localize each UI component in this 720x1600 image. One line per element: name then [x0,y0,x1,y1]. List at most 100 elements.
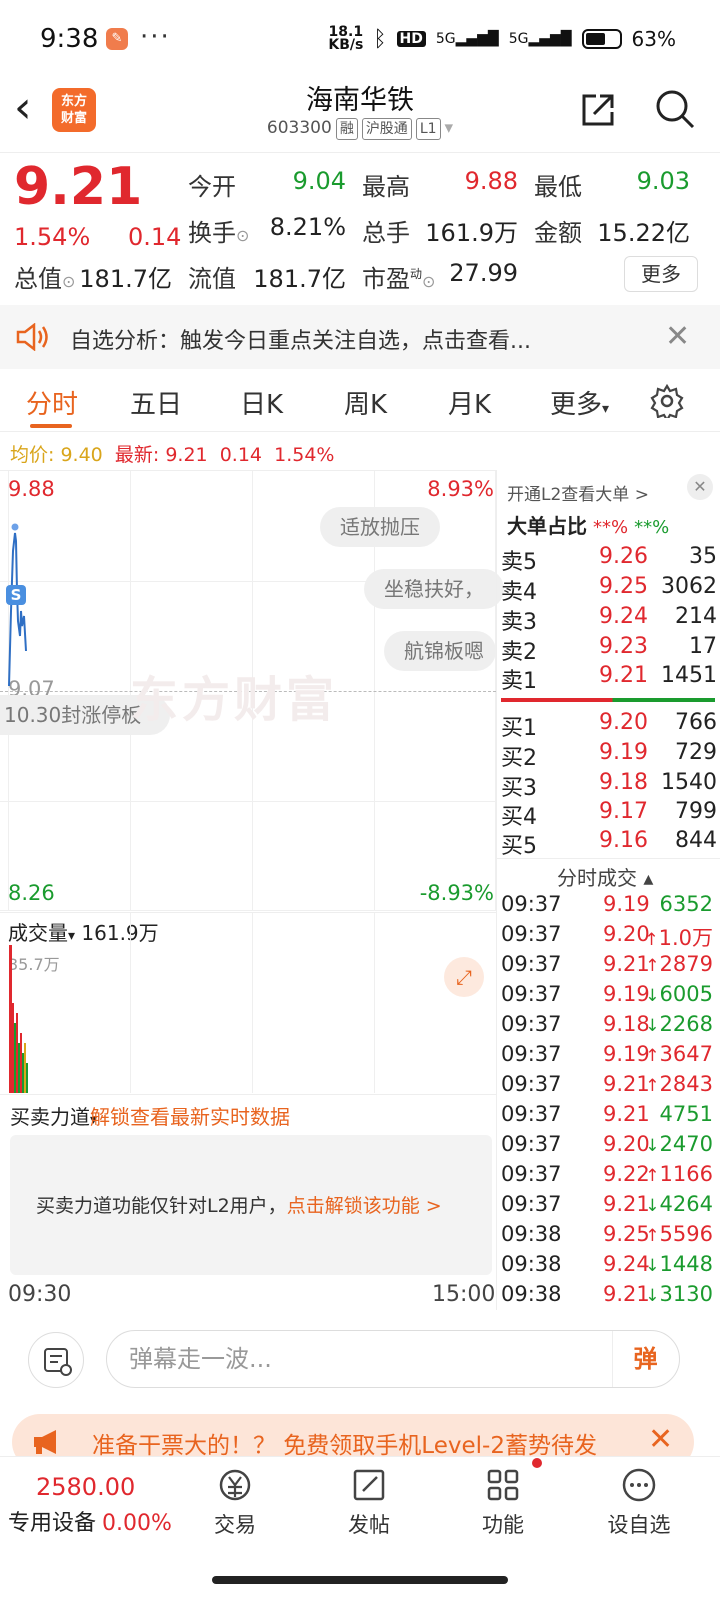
big-order-ratio: 大单占比 **% **% [507,514,670,538]
tick-row: 09:37 9.20 ↓2470 [501,1132,713,1156]
index-device[interactable]: 专用设备 0.00% [8,1505,172,1537]
ask-row[interactable]: 卖3 9.24 214 [501,604,717,635]
tick-row: 09:37 9.19 ↑3647 [501,1042,713,1066]
tab-indicator [30,424,72,428]
margin-tag: 融 [335,118,358,140]
tick-row: 09:38 9.25 ↑5596 [501,1222,713,1246]
speaker-icon [16,323,48,351]
tab-five-day[interactable]: 五日 [130,384,182,421]
more-icon [622,1468,656,1502]
turnover-label[interactable]: 换手⊙ [188,213,249,248]
search-icon[interactable] [654,88,696,130]
stock-code: 603300 [266,118,332,138]
tab-intraday[interactable]: 分时 [26,384,78,421]
app-notification-icon: ✎ [106,28,128,50]
time-end: 15:00 [432,1282,496,1307]
index-value[interactable]: 2580.00 [36,1473,135,1501]
home-indicator[interactable] [212,1576,508,1584]
nav-functions[interactable]: 功能 [458,1465,548,1539]
danmu-bar: 弹幕走一波... 弹 [0,1322,720,1392]
turnover-value: 8.21% [269,213,346,241]
battery-icon [581,29,622,49]
signal-2: 5G▂▄▆█ [508,31,572,47]
edit-icon [353,1469,385,1501]
close-icon[interactable]: ✕ [687,474,713,500]
status-time: 9:38 [40,24,99,54]
volume-label: 总手 [362,219,410,247]
pe-label[interactable]: 市盈动⊙ [362,259,435,294]
tick-row: 09:38 9.21 ↓3130 [501,1282,713,1306]
danmu-bubble: 坐稳扶好， [364,569,504,609]
bid-row[interactable]: 买5 9.16 844 [501,828,717,859]
bid-row[interactable]: 买1 9.20 766 [501,710,717,741]
ask-row[interactable]: 卖4 9.25 3062 [501,574,717,605]
order-book-panel: 开通L2查看大单 > ✕ 大单占比 **% **% 卖5 9.26 35 卖4 9.25 3… [496,470,720,1310]
tick-row: 09:37 9.19 ↓6005 [501,982,713,1006]
more-button[interactable]: 更多 [624,256,698,292]
ask-row[interactable]: 卖1 9.21 1451 [501,663,717,694]
pe-value: 27.99 [449,259,518,287]
tab-daily-k[interactable]: 日K [240,384,283,421]
grid-icon [487,1469,519,1501]
ticks-header[interactable]: 分时成交 ▴ [557,862,653,891]
danmu-bubble: 航锦板嗯 [384,631,496,671]
share-icon[interactable] [578,90,618,130]
close-icon[interactable]: ✕ [665,319,690,354]
low-value: 9.03 [636,167,690,195]
change-amount: 0.14 [128,223,182,251]
tab-more[interactable]: 更多▾ [550,384,609,421]
danmu-input[interactable]: 弹幕走一波... [106,1330,680,1388]
net-speed: 18.1 KB/s [328,24,364,53]
hd-badge: HD [396,31,426,47]
close-icon[interactable]: ✕ [648,1422,673,1457]
ask-row[interactable]: 卖5 9.26 35 [501,544,717,575]
tick-row: 09:37 9.21 ↑2843 [501,1072,713,1096]
tick-row: 09:37 9.21 ↓4264 [501,1192,713,1216]
volume-bars [9,945,28,1093]
unlock-link[interactable]: 解锁查看最新实时数据 [90,1101,290,1130]
chevron-down-icon: ▾ [444,118,454,138]
gear-icon[interactable] [650,384,684,418]
buy-sell-power-panel: 买卖力道▾ 解锁查看最新实时数据 买卖力道功能仅针对L2用户，点击解锁该功能 > [0,1094,496,1276]
locked-overlay[interactable]: 买卖力道功能仅针对L2用户，点击解锁该功能 > [10,1135,492,1275]
bluetooth-icon: ᛒ [373,26,387,52]
open-l2-link[interactable]: 开通L2查看大单 > [507,480,649,505]
market-cap-value: 181.7亿 [79,265,172,293]
buy-sell-selector[interactable]: 买卖力道▾ [10,1101,97,1130]
expand-icon[interactable]: ⤢ [444,957,484,997]
bid-ask-ratio-bar [501,698,715,702]
bid-row[interactable]: 买2 9.19 729 [501,740,717,771]
watchlist-notice[interactable]: 自选分析：触发今日重点关注自选，点击查看... ✕ [0,305,720,369]
open-label: 今开 [188,173,236,201]
bid-row[interactable]: 买3 9.18 1540 [501,770,717,801]
danmu-settings-icon[interactable] [28,1332,84,1388]
bottom-nav: 2580.00 专用设备 0.00% 交易 发帖 功能 设自选 [0,1456,720,1564]
high-value: 9.88 [464,167,518,195]
sell-marker-icon[interactable]: S [6,585,26,605]
tick-row: 09:37 9.21 ↑2879 [501,952,713,976]
notice-text: 自选分析：触发今日重点关注自选，点击查看... [70,329,531,354]
nav-trade[interactable]: 交易 [190,1465,280,1539]
notification-dot [532,1458,542,1468]
open-value: 9.04 [292,167,346,195]
more-notifications-icon: ··· [140,22,171,52]
nav-add-watchlist[interactable]: 设自选 [594,1465,684,1539]
float-cap-label: 流值 [188,265,236,293]
watermark: 东方财富 [130,672,339,728]
quote-panel: 9.21 1.54% 0.14 今开 9.04 最高 9.88 最低 9.03 … [0,152,720,302]
nav-post[interactable]: 发帖 [324,1465,414,1539]
tick-row: 09:37 9.20 ↑1.0万 [501,922,713,950]
volume-panel[interactable]: 成交量▾ 161.9万 35.7万 ⤢ [0,912,496,1093]
danmu-send-button[interactable]: 弹 [612,1331,678,1387]
average-price-row: 均价: 9.40 最新: 9.21 0.14 1.54% [10,444,335,466]
tab-monthly-k[interactable]: 月K [448,384,491,421]
market-cap-label[interactable]: 总值⊙ [14,259,75,294]
bid-row[interactable]: 买4 9.17 799 [501,799,717,830]
ask-row[interactable]: 卖2 9.23 17 [501,634,717,665]
battery-level: 63% [631,27,676,51]
tick-row: 09:37 9.19 6352 [501,892,713,916]
tab-weekly-k[interactable]: 周K [344,384,387,421]
danmu-bubble: 适放抛压 [320,507,440,547]
megaphone-icon [34,1430,56,1454]
low-label: 最低 [534,173,582,201]
